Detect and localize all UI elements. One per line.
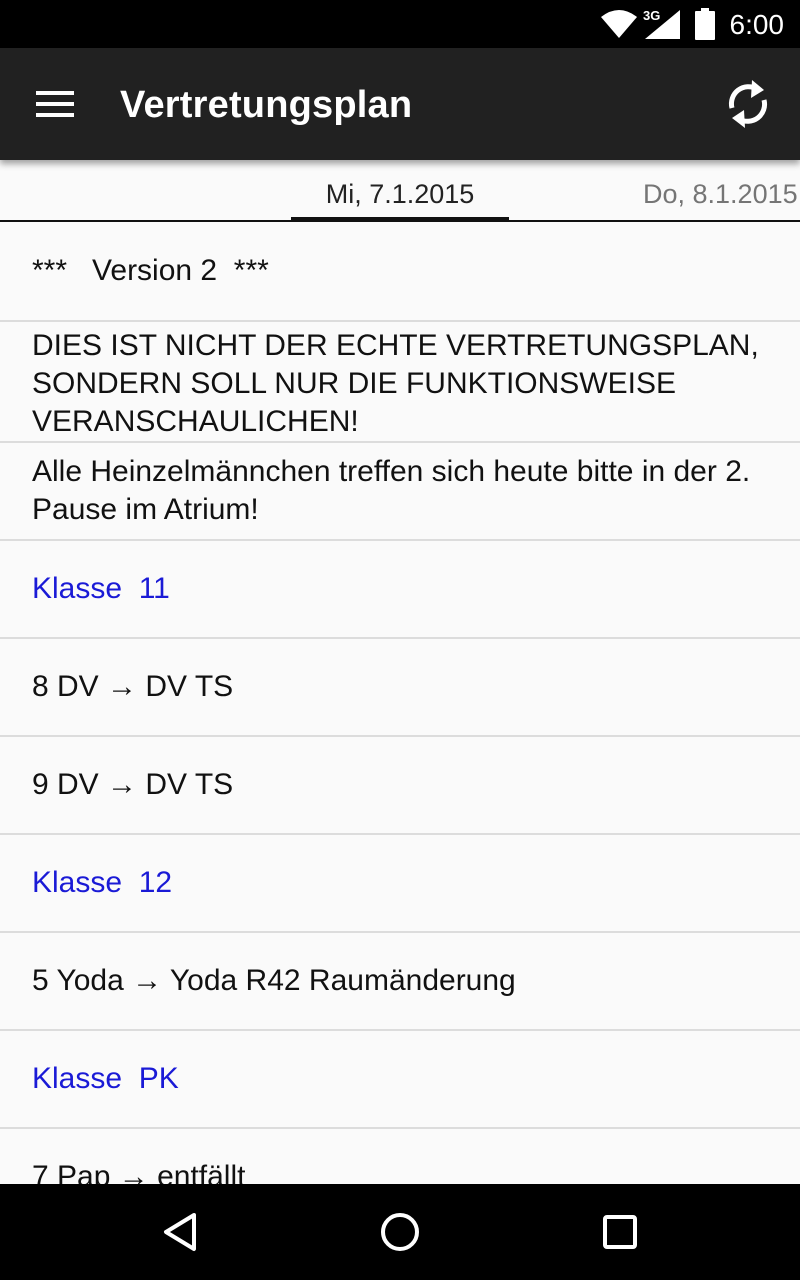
list-item: 7 Pap → entfällt [0,1129,800,1184]
version-text: *** Version 2 *** [32,254,269,287]
notice-row: Alle Heinzelmännchen treffen sich heute … [0,443,800,541]
list-item: 5 Yoda → Yoda R42 Raumänderung [0,933,800,1031]
battery-icon [695,0,715,48]
app-toolbar: Vertretungsplan [0,48,800,160]
klasse-label: Klasse PK [32,1062,179,1095]
entry-text: 9 DV → DV TS [32,768,234,801]
refresh-icon[interactable] [708,72,788,136]
recents-icon[interactable] [572,1184,668,1280]
entry-text: 7 Pap → entfällt [32,1160,246,1184]
tab-label: Mi, 7.1.2015 [325,179,475,209]
klasse-label: Klasse 12 [32,866,173,899]
list-item: 8 DV → DV TS [0,639,800,737]
klasse-header: Klasse 11 [0,541,800,639]
notice-row: DIES IST NICHT DER ECHTE VERTRETUNGSPLAN… [0,322,800,443]
klasse-header: Klasse 12 [0,835,800,933]
tab-current-day[interactable]: Mi, 7.1.2015 [291,160,509,220]
entry-text: 8 DV → DV TS [32,670,234,703]
back-icon[interactable] [132,1184,228,1280]
substitution-list[interactable]: *** Version 2 *** DIES IST NICHT DER ECH… [0,222,800,1184]
klasse-header: Klasse PK [0,1031,800,1129]
cell-signal-icon: 3G [643,0,681,48]
notice-text: DIES IST NICHT DER ECHTE VERTRETUNGSPLAN… [32,329,759,438]
notice-text: Alle Heinzelmännchen treffen sich heute … [32,455,751,526]
tab-next-day[interactable]: Do, 8.1.2015 [643,160,798,220]
list-item: 9 DV → DV TS [0,737,800,835]
klasse-label: Klasse 11 [32,572,170,605]
date-tabs: Mi, 7.1.2015 Do, 8.1.2015 [0,160,800,222]
version-header: *** Version 2 *** [0,222,800,322]
tab-label: Do, 8.1.2015 [643,179,798,209]
status-time: 6:00 [729,9,785,40]
home-icon[interactable] [352,1184,448,1280]
network-type-label: 3G [643,8,661,23]
system-nav-bar [0,1184,800,1280]
status-bar: 3G 6:00 [0,0,800,48]
hamburger-menu-icon[interactable] [16,72,96,136]
wifi-icon [600,0,638,48]
page-title: Vertretungsplan [120,84,413,126]
entry-text: 5 Yoda → Yoda R42 Raumänderung [32,964,516,997]
